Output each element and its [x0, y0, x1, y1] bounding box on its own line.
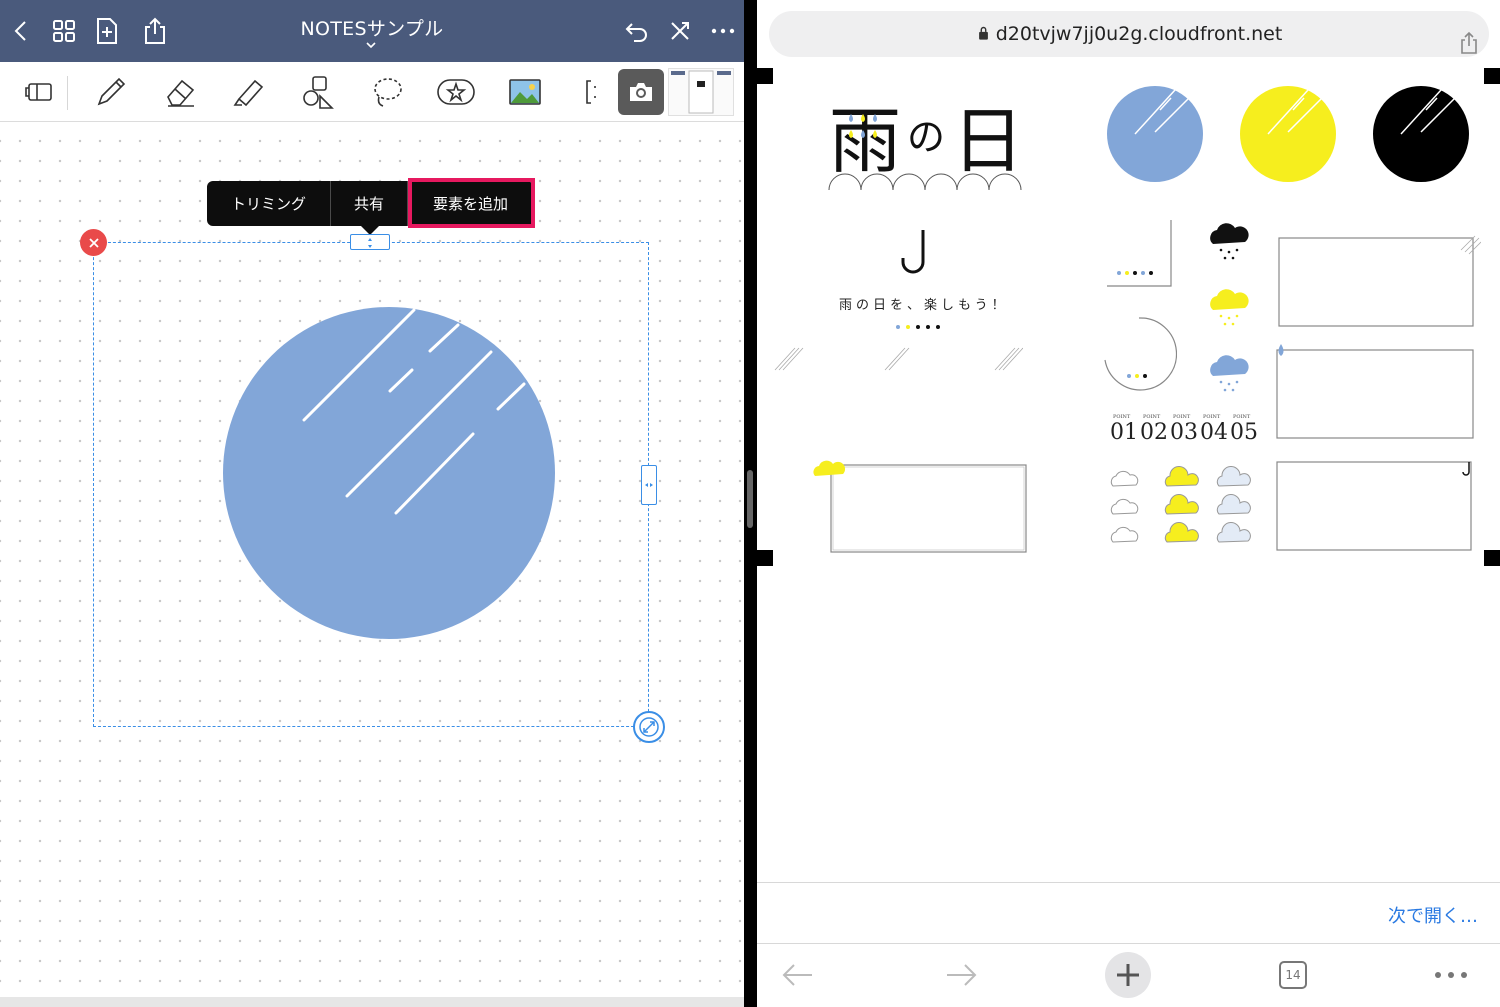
tagline-text: 雨の日を、楽しもう！: [839, 298, 1009, 313]
highlighter-tool-icon[interactable]: [229, 72, 269, 112]
back-arrow-icon[interactable]: [777, 952, 817, 998]
blue-circle-sticker: [1107, 86, 1203, 182]
browser-pane: d20tvjw7jj0u2g.cloudfront.net 雨 の 日 雨の日を…: [757, 0, 1500, 1007]
forward-arrow-icon[interactable]: [942, 952, 982, 998]
page-thumbnail[interactable]: [668, 68, 734, 116]
corner-frame: [1107, 220, 1172, 287]
camera-tool-icon[interactable]: [618, 69, 664, 115]
memo-frame-1: [1278, 235, 1481, 327]
point-number: 04: [1200, 420, 1228, 445]
material-sheet-image[interactable]: 雨 の 日 雨の日を、楽しもう！ POINT POINT POINT POINT…: [757, 68, 1500, 882]
memo-frame-2: [1276, 344, 1474, 439]
blue-rain-circle-image[interactable]: [222, 306, 556, 640]
content-divider: [757, 882, 1500, 883]
resize-icon: [639, 717, 659, 737]
cloud-icons-grid: [1110, 466, 1251, 543]
yellow-circle-sticker: [1240, 86, 1336, 182]
point-number: 03: [1170, 420, 1198, 445]
trim-menu-item[interactable]: トリミング: [207, 181, 331, 226]
notes-app-pane: NOTESサンプル トリミング 共有 要素を追加: [0, 0, 744, 1007]
plus-icon: [1117, 964, 1139, 986]
open-in-button[interactable]: 次で開く…: [1388, 902, 1478, 928]
point-number: 01: [1110, 420, 1138, 445]
sheet-title-no: の: [907, 115, 946, 159]
black-cloud-icon: [1210, 223, 1249, 260]
browser-bottom-toolbar: 14: [757, 944, 1500, 1007]
black-circle-sticker: [1373, 86, 1469, 182]
memo-frame-3: [1276, 461, 1472, 551]
ring-frame: [1104, 317, 1177, 391]
delete-selection-button[interactable]: [80, 229, 107, 256]
cloud-memo-frame: [813, 460, 1027, 553]
new-tab-button[interactable]: [1105, 952, 1151, 998]
blue-cloud-icon: [1210, 355, 1249, 392]
split-view-grip[interactable]: [747, 470, 753, 528]
crop-mark: [1484, 550, 1500, 566]
eraser-tool-icon[interactable]: [160, 72, 200, 112]
close-icon: [88, 237, 99, 248]
address-bar[interactable]: d20tvjw7jj0u2g.cloudfront.net: [769, 11, 1489, 57]
crop-mark: [757, 550, 773, 566]
raindrops-icon: [849, 114, 877, 138]
tab-count: 14: [1285, 968, 1301, 982]
more-icon[interactable]: [1431, 952, 1471, 998]
shapes-tool-icon[interactable]: [297, 72, 337, 112]
pen-tool-icon[interactable]: [91, 72, 131, 112]
close-toolbar-icon[interactable]: [665, 16, 695, 46]
image-tool-icon[interactable]: [505, 72, 545, 112]
sticker-tool-icon[interactable]: [436, 72, 476, 112]
point-number: 05: [1230, 420, 1258, 445]
hatch-marks: [774, 347, 1023, 371]
umbrella-handle-icon: [901, 230, 925, 274]
reading-mode-icon[interactable]: [20, 72, 60, 112]
add-element-highlight: [408, 178, 535, 228]
url-text[interactable]: d20tvjw7jj0u2g.cloudfront.net: [769, 23, 1489, 45]
undo-icon[interactable]: [622, 16, 652, 46]
small-drops-row: [896, 325, 940, 329]
crop-mark: [1484, 68, 1500, 84]
text-scan-icon[interactable]: [568, 72, 608, 112]
toolbar-divider: [67, 76, 68, 110]
notes-nav-bar: NOTESサンプル: [0, 0, 744, 62]
chevron-down-icon[interactable]: [364, 40, 378, 50]
yellow-cloud-icon: [1210, 289, 1249, 326]
selection-top-handle[interactable]: [350, 234, 390, 250]
selection-right-handle[interactable]: [641, 465, 657, 505]
share-menu-item[interactable]: 共有: [331, 181, 408, 226]
resize-rotate-handle[interactable]: [633, 711, 665, 743]
crop-mark: [757, 68, 773, 84]
more-icon[interactable]: [708, 16, 738, 46]
scallop-border: [828, 173, 1022, 191]
left-bottom-bar: [0, 997, 744, 1007]
share-icon[interactable]: [1459, 31, 1479, 55]
lasso-tool-icon[interactable]: [367, 72, 407, 112]
tabs-button[interactable]: 14: [1277, 952, 1309, 998]
point-number: 02: [1140, 420, 1168, 445]
